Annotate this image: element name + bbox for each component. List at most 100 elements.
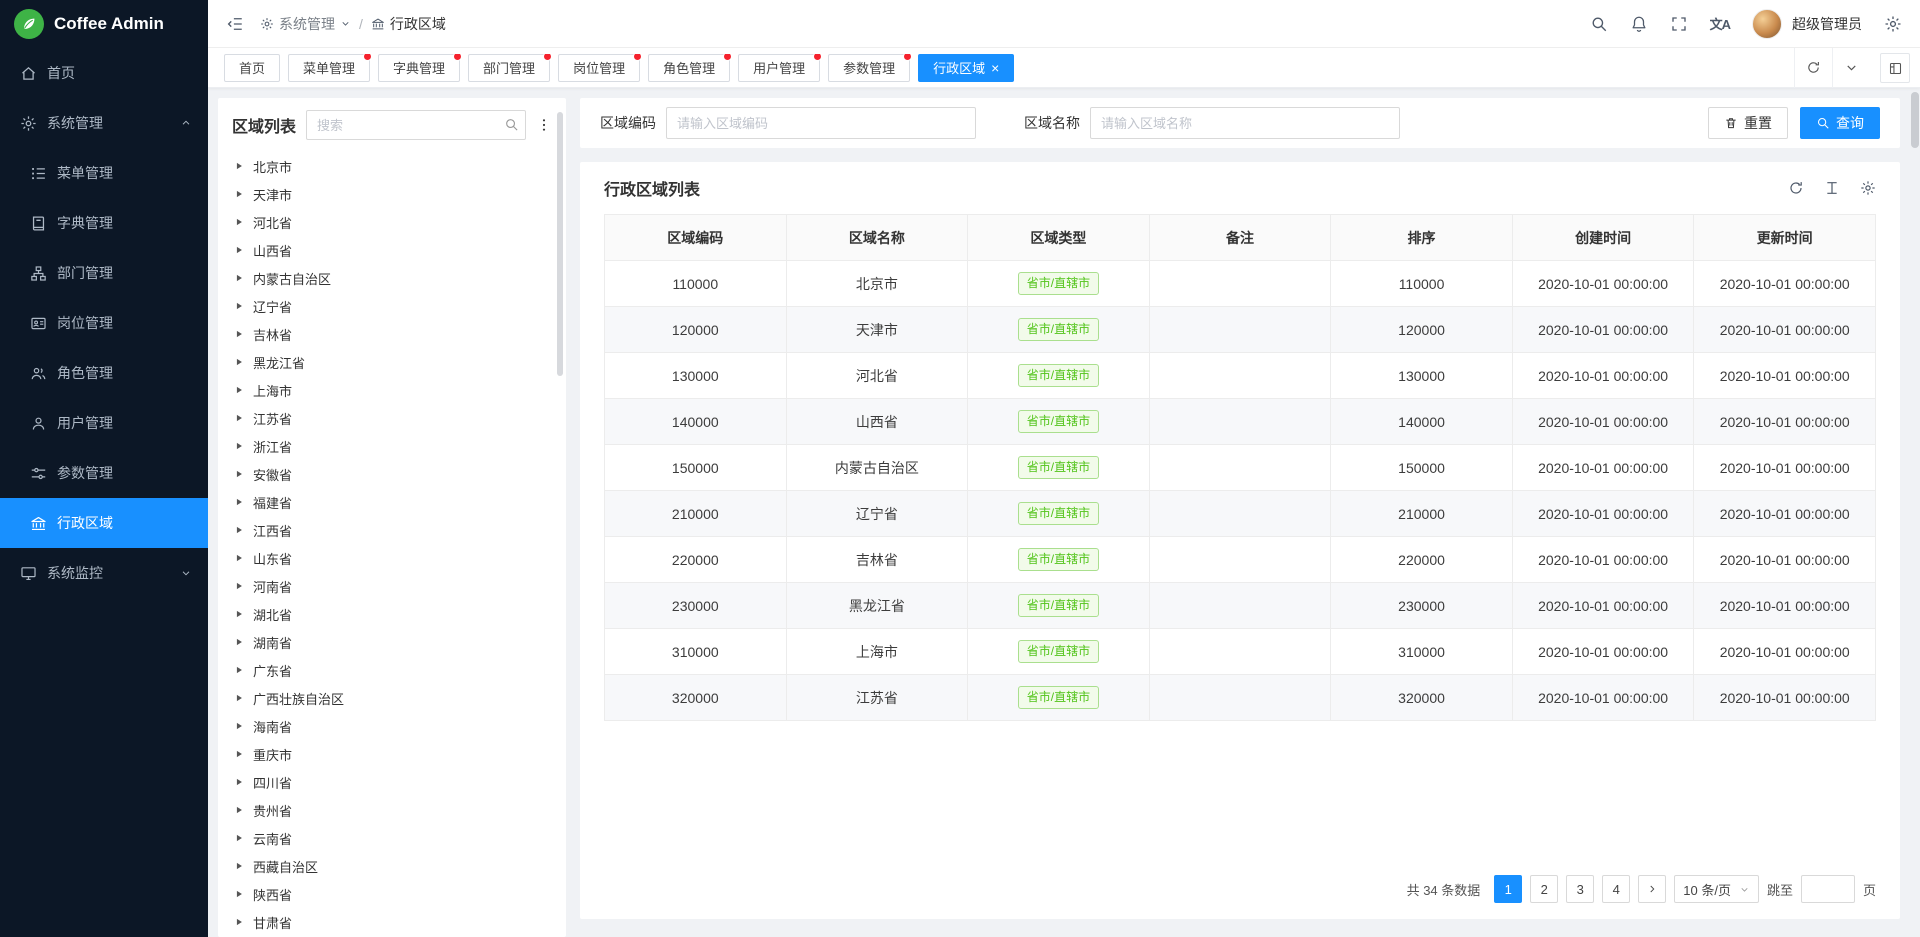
caret-right-icon[interactable] <box>234 833 244 843</box>
sidebar-item-dict[interactable]: 字典管理 <box>0 198 208 248</box>
caret-right-icon[interactable] <box>234 777 244 787</box>
caret-right-icon[interactable] <box>234 357 244 367</box>
tree-item[interactable]: 云南省 <box>232 824 552 852</box>
caret-right-icon[interactable] <box>234 749 244 759</box>
tree-item[interactable]: 浙江省 <box>232 432 552 460</box>
caret-right-icon[interactable] <box>234 161 244 171</box>
tab-item[interactable]: 岗位管理 <box>558 54 640 82</box>
caret-right-icon[interactable] <box>234 693 244 703</box>
layout-toggle-button[interactable] <box>1880 53 1910 83</box>
caret-right-icon[interactable] <box>234 469 244 479</box>
caret-right-icon[interactable] <box>234 581 244 591</box>
tree-item[interactable]: 河北省 <box>232 208 552 236</box>
tree-item[interactable]: 重庆市 <box>232 740 552 768</box>
caret-right-icon[interactable] <box>234 665 244 675</box>
page-size-select[interactable]: 10 条/页 <box>1674 875 1759 903</box>
tree-item[interactable]: 河南省 <box>232 572 552 600</box>
sidebar-item-monitor[interactable]: 系统监控 <box>0 548 208 598</box>
more-options-icon[interactable] <box>536 117 552 133</box>
tree-item[interactable]: 贵州省 <box>232 796 552 824</box>
search-icon[interactable] <box>504 117 519 132</box>
search-button[interactable]: 查询 <box>1800 107 1880 139</box>
table-row[interactable]: 140000山西省省市/直辖市1400002020-10-01 00:00:00… <box>605 399 1876 445</box>
caret-right-icon[interactable] <box>234 805 244 815</box>
caret-right-icon[interactable] <box>234 861 244 871</box>
caret-right-icon[interactable] <box>234 245 244 255</box>
tree-item[interactable]: 黑龙江省 <box>232 348 552 376</box>
caret-right-icon[interactable] <box>234 329 244 339</box>
tree-item[interactable]: 吉林省 <box>232 320 552 348</box>
region-code-input[interactable] <box>666 107 976 139</box>
sidebar-item-role[interactable]: 角色管理 <box>0 348 208 398</box>
tree-item[interactable]: 海南省 <box>232 712 552 740</box>
refresh-icon[interactable] <box>1788 180 1804 196</box>
tab-item[interactable]: 部门管理 <box>468 54 550 82</box>
tree-item[interactable]: 广东省 <box>232 656 552 684</box>
table-row[interactable]: 220000吉林省省市/直辖市2200002020-10-01 00:00:00… <box>605 537 1876 583</box>
caret-right-icon[interactable] <box>234 301 244 311</box>
sidebar-item-home[interactable]: 首页 <box>0 48 208 98</box>
tree-item[interactable]: 北京市 <box>232 152 552 180</box>
caret-right-icon[interactable] <box>234 637 244 647</box>
tree-item[interactable]: 山东省 <box>232 544 552 572</box>
tree-item[interactable]: 山西省 <box>232 236 552 264</box>
table-row[interactable]: 320000江苏省省市/直辖市3200002020-10-01 00:00:00… <box>605 675 1876 721</box>
caret-right-icon[interactable] <box>234 525 244 535</box>
sidebar-item-system[interactable]: 系统管理 <box>0 98 208 148</box>
scrollbar-thumb[interactable] <box>1911 92 1919 148</box>
tree-item[interactable]: 上海市 <box>232 376 552 404</box>
page-button-4[interactable]: 4 <box>1602 875 1630 903</box>
avatar[interactable] <box>1752 9 1782 39</box>
tree-item[interactable]: 西藏自治区 <box>232 852 552 880</box>
next-page-button[interactable] <box>1638 875 1666 903</box>
settings-gear-icon[interactable] <box>1860 180 1876 196</box>
caret-right-icon[interactable] <box>234 413 244 423</box>
sidebar-item-menu[interactable]: 菜单管理 <box>0 148 208 198</box>
tree-item[interactable]: 辽宁省 <box>232 292 552 320</box>
tree-item[interactable]: 天津市 <box>232 180 552 208</box>
caret-right-icon[interactable] <box>234 497 244 507</box>
sidebar-item-dept[interactable]: 部门管理 <box>0 248 208 298</box>
tab-menu-chevron-icon[interactable] <box>1832 48 1870 88</box>
tab-item[interactable]: 字典管理 <box>378 54 460 82</box>
tree-item[interactable]: 甘肃省 <box>232 908 552 936</box>
tree-item[interactable]: 湖北省 <box>232 600 552 628</box>
table-row[interactable]: 210000辽宁省省市/直辖市2100002020-10-01 00:00:00… <box>605 491 1876 537</box>
caret-right-icon[interactable] <box>234 273 244 283</box>
tree-item[interactable]: 江西省 <box>232 516 552 544</box>
search-icon[interactable] <box>1590 15 1608 33</box>
caret-right-icon[interactable] <box>234 917 244 927</box>
sidebar-item-user[interactable]: 用户管理 <box>0 398 208 448</box>
tab-item[interactable]: 行政区域× <box>918 54 1014 82</box>
tab-item[interactable]: 菜单管理 <box>288 54 370 82</box>
page-scrollbar[interactable] <box>1911 92 1919 933</box>
breadcrumb-group[interactable]: 系统管理 <box>260 14 351 34</box>
tab-item[interactable]: 参数管理 <box>828 54 910 82</box>
close-icon[interactable]: × <box>991 61 999 75</box>
tree-item[interactable]: 江苏省 <box>232 404 552 432</box>
caret-right-icon[interactable] <box>234 217 244 227</box>
tab-item[interactable]: 首页 <box>224 54 280 82</box>
tree-search-input[interactable] <box>306 110 526 140</box>
page-button-2[interactable]: 2 <box>1530 875 1558 903</box>
column-height-icon[interactable] <box>1824 180 1840 196</box>
sidebar-item-param[interactable]: 参数管理 <box>0 448 208 498</box>
user-name[interactable]: 超级管理员 <box>1792 14 1862 34</box>
tree-item[interactable]: 安徽省 <box>232 460 552 488</box>
caret-right-icon[interactable] <box>234 721 244 731</box>
translate-icon[interactable]: 文A <box>1710 14 1730 33</box>
caret-right-icon[interactable] <box>234 553 244 563</box>
table-row[interactable]: 110000北京市省市/直辖市1100002020-10-01 00:00:00… <box>605 261 1876 307</box>
table-row[interactable]: 230000黑龙江省省市/直辖市2300002020-10-01 00:00:0… <box>605 583 1876 629</box>
reset-button[interactable]: 重置 <box>1708 107 1788 139</box>
tree-item[interactable]: 陕西省 <box>232 880 552 908</box>
table-row[interactable]: 130000河北省省市/直辖市1300002020-10-01 00:00:00… <box>605 353 1876 399</box>
tree-item[interactable]: 湖南省 <box>232 628 552 656</box>
settings-gear-icon[interactable] <box>1884 15 1902 33</box>
bell-icon[interactable] <box>1630 15 1648 33</box>
app-logo[interactable]: Coffee Admin <box>0 0 208 48</box>
caret-right-icon[interactable] <box>234 189 244 199</box>
tree-item[interactable]: 广西壮族自治区 <box>232 684 552 712</box>
tab-item[interactable]: 角色管理 <box>648 54 730 82</box>
tree-item[interactable]: 福建省 <box>232 488 552 516</box>
